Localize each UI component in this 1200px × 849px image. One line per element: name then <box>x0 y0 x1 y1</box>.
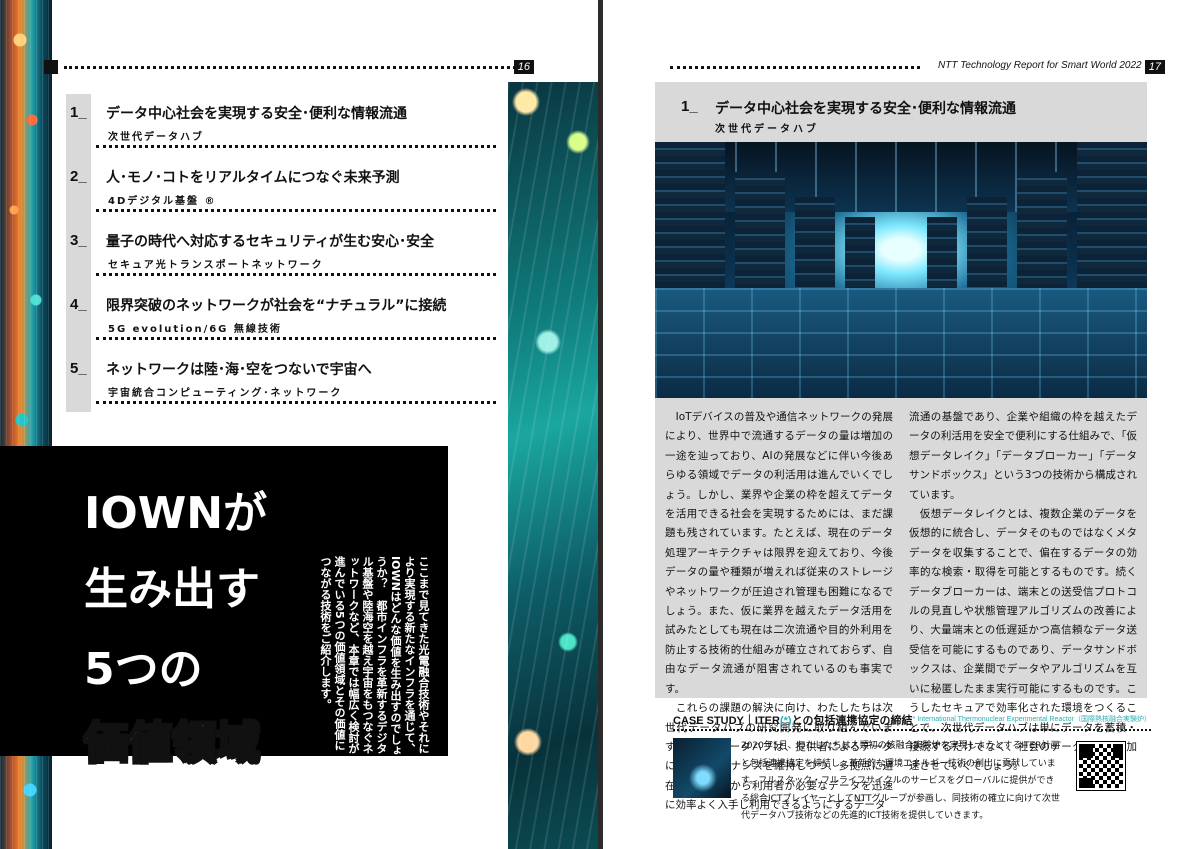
article-subtitle: 次世代データハブ <box>715 124 819 135</box>
running-title: NTT Technology Report for Smart World 20… <box>938 60 1142 71</box>
article-title: データ中心社会を実現する安全･便利な情報流通 <box>715 101 1016 117</box>
list-item[interactable]: 3_ 量子の時代へ対応するセキュリティが生む安心･安全 セキュア光トランスポート… <box>66 222 496 284</box>
case-study-label-rest: との包括連携協定の締結 <box>791 715 913 727</box>
toc-dotted-rule <box>96 145 496 148</box>
intro-text-vertical: ここまで見てきた光電融合技術やそれにより実現する新たなインフラを通じて、IOWN… <box>319 556 430 756</box>
list-item[interactable]: 5_ ネットワークは陸･海･空をつないで宇宙へ 宇宙統合コンピューティング･ネッ… <box>66 350 496 412</box>
page-number-left: 16 <box>513 60 534 74</box>
toc-title: ネットワークは陸･海･空をつないで宇宙へ <box>106 362 372 378</box>
right-page: NTT Technology Report for Smart World 20… <box>603 0 1200 849</box>
case-study-text: 2020年5月、わたしたちは人類初の核融合実験炉を実現しようとするITER計画と… <box>741 741 1060 822</box>
list-item[interactable]: 2_ 人･モノ･コトをリアルタイムにつなぐ未来予測 4Dデジタル基盤 ® <box>66 158 496 220</box>
toc-subtitle: 宇宙統合コンピューティング･ネットワーク <box>108 388 343 399</box>
page-header-left: 16 <box>44 60 554 78</box>
headline-line-4: 価値領域 <box>83 718 261 769</box>
toc-dotted-rule <box>96 401 496 404</box>
toc-subtitle: 5G evolution/6G 無線技術 <box>108 324 282 335</box>
ceiling-lights <box>655 142 1147 212</box>
list-item[interactable]: 1_ データ中心社会を実現する安全･便利な情報流通 次世代データハブ <box>66 94 496 156</box>
article-number: 1_ <box>681 98 698 115</box>
hands-laptop-photo <box>673 738 731 798</box>
page-header-right: NTT Technology Report for Smart World 20… <box>670 60 1165 78</box>
list-item[interactable]: 4_ 限界突破のネットワークが社会を“ナチュラル”に接続 5G evolutio… <box>66 286 496 348</box>
headline-line-2: 生み出す <box>84 564 260 615</box>
toc-dotted-rule <box>96 337 496 340</box>
page-number-right: 17 <box>1144 60 1165 74</box>
article-panel: 1_ データ中心社会を実現する安全･便利な情報流通 次世代データハブ IoTデバ… <box>655 82 1147 811</box>
header-dotted-rule <box>64 66 522 69</box>
toc-number: 4_ <box>70 296 87 313</box>
toc-dotted-rule <box>96 273 496 276</box>
headline-line-1: IOWNが <box>84 488 268 539</box>
data-center-photo <box>655 142 1147 398</box>
case-study-dotted-rule <box>673 729 1151 731</box>
toc-number: 5_ <box>70 360 87 377</box>
header-square-mark <box>44 60 58 74</box>
case-study-asterisk: (*) <box>779 715 792 727</box>
case-study-heading: CASE STUDY｜ITER(*)との包括連携協定の締結 <box>673 712 912 728</box>
toc-title: 量子の時代へ対応するセキュリティが生む安心･安全 <box>106 234 435 250</box>
light-trail-image-right <box>508 82 598 849</box>
headline-line-3: 5つの <box>84 644 203 695</box>
toc-number: 3_ <box>70 232 87 249</box>
case-study-label: CASE STUDY｜ITER <box>673 715 780 727</box>
toc-subtitle: セキュア光トランスポートネットワーク <box>108 260 324 271</box>
data-center-floor <box>655 288 1147 398</box>
left-page: 16 1_ データ中心社会を実現する安全･便利な情報流通 次世代データハブ 2_… <box>0 0 598 849</box>
toc-subtitle: 4Dデジタル基盤 ® <box>108 196 217 207</box>
toc-title: 限界突破のネットワークが社会を“ナチュラル”に接続 <box>106 298 447 314</box>
magazine-spread: 16 1_ データ中心社会を実現する安全･便利な情報流通 次世代データハブ 2_… <box>0 0 1200 849</box>
toc-number: 2_ <box>70 168 87 185</box>
toc-dotted-rule <box>96 209 496 212</box>
header-dotted-rule <box>670 66 920 69</box>
toc-title: 人･モノ･コトをリアルタイムにつなぐ未来予測 <box>106 170 400 186</box>
toc-title: データ中心社会を実現する安全･便利な情報流通 <box>106 106 407 122</box>
toc-subtitle: 次世代データハブ <box>108 132 204 143</box>
case-study-footnote: * International Thermonuclear Experiment… <box>912 716 1151 723</box>
toc-number: 1_ <box>70 104 87 121</box>
qr-code-icon[interactable] <box>1076 741 1126 791</box>
